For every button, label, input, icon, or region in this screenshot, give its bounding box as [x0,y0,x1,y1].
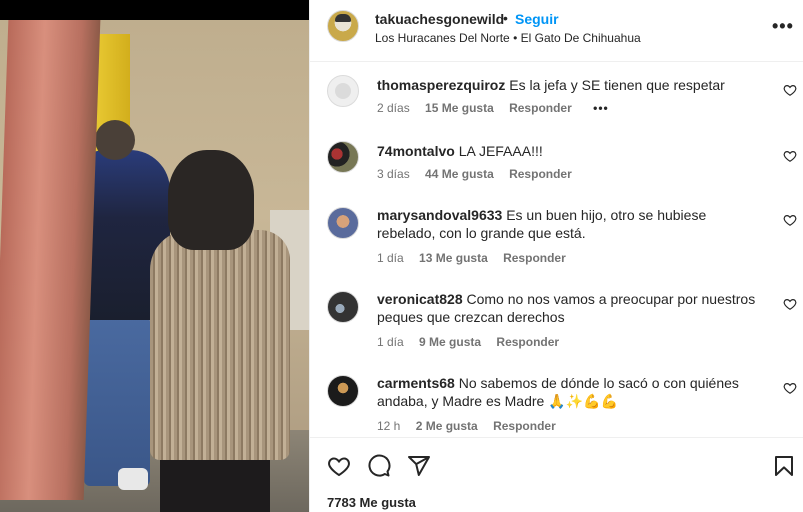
comment-username[interactable]: carments68 [377,375,455,391]
comment-meta: 1 día 13 Me gusta Responder [377,251,578,265]
comment-body: Es la jefa y SE tienen que respetar [509,77,725,93]
comment-username[interactable]: marysandoval9633 [377,207,502,223]
comment-username[interactable]: thomasperezquiroz [377,77,505,93]
more-horizontal-icon[interactable]: ••• [772,16,794,37]
comment-text-block: veronicat828 Como no nos vamos a preocup… [377,290,762,326]
reply-button[interactable]: Responder [496,335,559,349]
comment-meta: 1 día 9 Me gusta Responder [377,335,571,349]
share-icon[interactable] [407,454,431,478]
comment-item: carments68 No sabemos de dónde lo sacó o… [310,363,803,437]
post-panel: takuachesgonewild • Seguir Los Huracanes… [309,0,803,512]
video-person-2 [150,230,290,460]
comment-time[interactable]: 2 días [377,101,410,115]
comment-text-block: carments68 No sabemos de dónde lo sacó o… [377,374,762,410]
comment-time[interactable]: 12 h [377,419,400,433]
reply-button[interactable]: Responder [509,101,572,115]
video-player[interactable] [0,0,309,512]
comments-list[interactable]: thomasperezquiroz Es la jefa y SE tienen… [310,63,803,437]
comment-icon[interactable] [367,454,391,478]
heart-icon[interactable] [327,454,351,478]
comment-likes[interactable]: 15 Me gusta [425,101,494,115]
comment-item: marysandoval9633 Es un buen hijo, otro s… [310,195,803,275]
reply-button[interactable]: Responder [503,251,566,265]
comment-heart-icon[interactable] [783,297,797,311]
video-top-bar [0,0,309,20]
comment-meta: 12 h 2 Me gusta Responder [377,419,568,433]
comment-avatar[interactable] [327,141,359,173]
comment-text-block: marysandoval9633 Es un buen hijo, otro s… [377,206,762,242]
comment-options-icon[interactable]: ••• [593,101,609,115]
comment-username[interactable]: veronicat828 [377,291,463,307]
comment-avatar[interactable] [327,207,359,239]
comment-meta: 3 días 44 Me gusta Responder [377,167,584,181]
comment-heart-icon[interactable] [783,381,797,395]
comment-item: 74montalvo LA JEFAAA!!! 3 días 44 Me gus… [310,129,803,191]
author-username[interactable]: takuachesgonewild [375,11,504,27]
separator-dot: • [503,10,508,26]
comment-text-block: thomasperezquiroz Es la jefa y SE tienen… [377,76,762,94]
comment-time[interactable]: 1 día [377,335,404,349]
bookmark-icon[interactable] [772,454,796,478]
video-person-2-head [168,150,254,250]
comment-item: veronicat828 Como no nos vamos a preocup… [310,279,803,359]
likes-count[interactable]: 7783 Me gusta [327,495,416,510]
default-avatar-icon [328,76,358,106]
comment-meta: 2 días 15 Me gusta Responder ••• [377,101,621,115]
post-header: takuachesgonewild • Seguir Los Huracanes… [310,0,803,62]
comment-body: LA JEFAAA!!! [458,143,543,159]
reply-button[interactable]: Responder [509,167,572,181]
comment-likes[interactable]: 13 Me gusta [419,251,488,265]
comment-text-block: 74montalvo LA JEFAAA!!! [377,142,762,160]
comment-heart-icon[interactable] [783,213,797,227]
video-person-1-legs [84,316,150,486]
comment-time[interactable]: 1 día [377,251,404,265]
comment-likes[interactable]: 9 Me gusta [419,335,481,349]
audio-track-link[interactable]: Los Huracanes Del Norte • El Gato De Chi… [375,31,641,45]
comment-likes[interactable]: 2 Me gusta [416,419,478,433]
reply-button[interactable]: Responder [493,419,556,433]
comment-avatar[interactable] [327,75,359,107]
post-actions: 7783 Me gusta [310,437,803,512]
comment-avatar[interactable] [327,291,359,323]
comment-username[interactable]: 74montalvo [377,143,455,159]
comment-avatar[interactable] [327,375,359,407]
video-person-1-shoe [118,468,148,490]
comment-likes[interactable]: 44 Me gusta [425,167,494,181]
author-avatar[interactable] [327,10,359,42]
comment-heart-icon[interactable] [783,149,797,163]
comment-item: thomasperezquiroz Es la jefa y SE tienen… [310,63,803,125]
comment-heart-icon[interactable] [783,83,797,97]
video-person-1-head [95,120,135,160]
comment-time[interactable]: 3 días [377,167,410,181]
video-pillar [0,20,101,500]
follow-button[interactable]: Seguir [515,11,559,27]
